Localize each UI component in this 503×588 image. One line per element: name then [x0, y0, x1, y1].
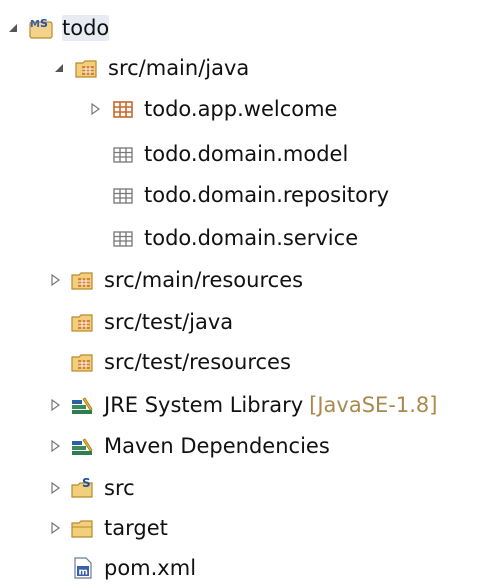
tree-node-pom-xml[interactable]: m pom.xml [44, 548, 196, 588]
tree-node-src-test-resources[interactable]: src/test/resources [44, 342, 291, 382]
tree-label: src [104, 476, 135, 500]
tree-node-package[interactable]: todo.domain.service [84, 218, 358, 258]
svg-text:S: S [40, 17, 48, 30]
project-explorer-tree: { "tree": { "root": { "label": "todo", "… [0, 0, 503, 586]
svg-text:M: M [30, 19, 40, 30]
tree-label: pom.xml [104, 556, 197, 580]
tree-node-package[interactable]: todo.domain.repository [84, 175, 389, 215]
spring-folder-icon: S [70, 475, 96, 501]
tree-label: todo.app.welcome [144, 97, 338, 121]
tree-node-package[interactable]: todo.app.welcome [84, 89, 337, 129]
svg-text:m: m [79, 568, 88, 578]
library-icon [70, 433, 96, 459]
tree-label: src/main/resources [104, 268, 304, 292]
maven-pom-icon: m [70, 555, 96, 581]
tree-label: Maven Dependencies [104, 434, 330, 458]
expand-toggle-icon[interactable] [44, 517, 66, 539]
tree-node-src[interactable]: S src [44, 468, 135, 508]
tree-label: src/test/resources [104, 350, 291, 374]
expand-toggle-icon[interactable] [44, 477, 66, 499]
source-folder-icon [70, 309, 96, 335]
expand-toggle-icon[interactable] [44, 394, 66, 416]
tree-label: todo.domain.repository [144, 183, 390, 207]
tree-label: JRE System Library [104, 393, 304, 417]
source-folder-icon [74, 55, 100, 81]
tree-node-src-main-resources[interactable]: src/main/resources [44, 260, 303, 300]
package-icon [110, 96, 136, 122]
tree-label: target [104, 516, 168, 540]
empty-package-icon [110, 141, 136, 167]
library-icon [70, 392, 96, 418]
tree-label: todo [62, 15, 110, 41]
tree-node-target[interactable]: target [44, 508, 168, 548]
maven-project-icon: M S [28, 15, 54, 41]
collapse-toggle-icon[interactable] [2, 17, 24, 39]
source-folder-icon [70, 349, 96, 375]
tree-label: src/main/java [108, 56, 250, 80]
tree-node-maven-dependencies[interactable]: Maven Dependencies [44, 426, 330, 466]
collapse-toggle-icon[interactable] [48, 57, 70, 79]
tree-label: todo.domain.model [144, 142, 349, 166]
svg-text:S: S [82, 476, 91, 490]
tree-node-package[interactable]: todo.domain.model [84, 134, 348, 174]
expand-toggle-icon[interactable] [44, 435, 66, 457]
empty-package-icon [110, 225, 136, 251]
source-folder-icon [70, 267, 96, 293]
expand-toggle-icon[interactable] [44, 269, 66, 291]
tree-node-jre-system-library[interactable]: JRE System Library [JavaSE-1.8] [44, 385, 437, 425]
expand-toggle-icon[interactable] [84, 98, 106, 120]
tree-label: src/test/java [104, 310, 234, 334]
tree-node-todo[interactable]: M S todo [2, 8, 110, 48]
tree-node-src-main-java[interactable]: src/main/java [48, 48, 249, 88]
jre-version-decoration: [JavaSE-1.8] [309, 393, 438, 417]
tree-label: todo.domain.service [144, 226, 359, 250]
folder-icon [70, 515, 96, 541]
empty-package-icon [110, 182, 136, 208]
tree-node-src-test-java[interactable]: src/test/java [44, 302, 233, 342]
